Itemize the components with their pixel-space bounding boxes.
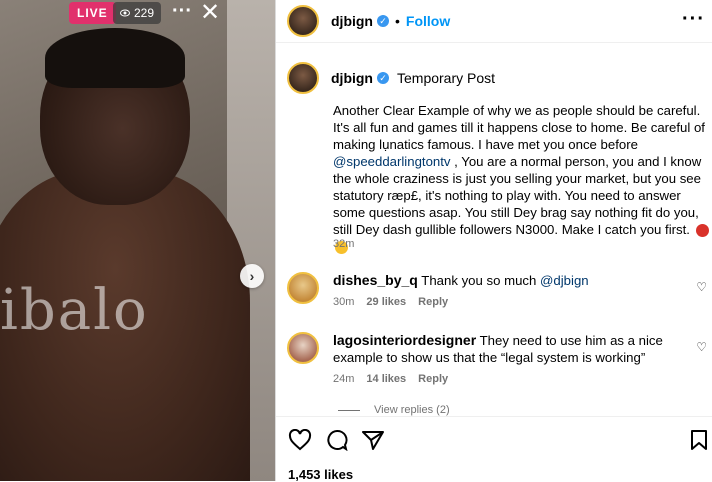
comment-likes[interactable]: 29 likes	[366, 296, 406, 308]
likes-count[interactable]: 1,453 likes	[288, 467, 353, 482]
live-badge: LIVE	[69, 2, 116, 24]
post-panel: djbign ✓ • Follow ··· djbign ✓ Temporary…	[275, 0, 712, 482]
separator-dot: •	[395, 13, 400, 29]
comment-meta: 24m 14 likes Reply	[333, 373, 448, 385]
live-video-media[interactable]: ibalo LIVE 229 ··· ✕ ›	[0, 0, 275, 481]
view-replies-button[interactable]: View replies (2)	[338, 404, 450, 416]
post-actions: 1,453 likes	[276, 416, 712, 482]
mention-link[interactable]: @djbign	[540, 273, 589, 288]
mention-link[interactable]: @speeddarlingtontv	[333, 154, 451, 169]
viewer-count: 229	[134, 6, 155, 20]
replies-divider	[338, 409, 360, 411]
caption-text-part: Another Clear Example of why we as peopl…	[333, 103, 705, 152]
angry-emoji-icon	[695, 224, 709, 238]
eye-icon	[120, 6, 130, 20]
heart-icon[interactable]: ♡	[696, 280, 707, 294]
bookmark-icon[interactable]	[690, 429, 708, 456]
person-hair	[45, 28, 185, 88]
heart-icon[interactable]: ♡	[696, 340, 707, 354]
heart-icon[interactable]	[288, 428, 312, 456]
post-username[interactable]: djbign	[331, 13, 373, 29]
avatar[interactable]	[287, 62, 319, 94]
more-icon[interactable]: ···	[172, 0, 192, 23]
comment-username[interactable]: lagosinteriordesigner	[333, 332, 476, 348]
verified-icon: ✓	[377, 72, 389, 84]
post-caption: djbign ✓ Temporary Post	[287, 62, 707, 94]
reply-button[interactable]: Reply	[418, 296, 448, 308]
comment-icon[interactable]	[325, 429, 349, 456]
comment-body: Thank you so much	[421, 273, 537, 288]
viewer-count-badge: 229	[113, 2, 162, 24]
avatar[interactable]	[287, 5, 319, 37]
chevron-right-icon[interactable]: ›	[240, 264, 264, 288]
caption-username[interactable]: djbign	[331, 70, 373, 86]
comment-text: dishes_by_q Thank you so much @djbign	[333, 272, 683, 289]
post-header: djbign ✓ • Follow ···	[276, 0, 712, 43]
comment-likes[interactable]: 14 likes	[366, 373, 406, 385]
avatar[interactable]	[287, 332, 319, 364]
follow-button[interactable]: Follow	[406, 13, 450, 29]
caption-text: Another Clear Example of why we as peopl…	[333, 102, 712, 255]
avatar[interactable]	[287, 272, 319, 304]
comment-text: lagosinteriordesigner They need to use h…	[333, 332, 683, 366]
close-icon[interactable]: ✕	[200, 0, 220, 27]
reply-button[interactable]: Reply	[418, 373, 448, 385]
view-replies-label[interactable]: View replies (2)	[374, 404, 450, 416]
more-icon[interactable]: ···	[682, 8, 705, 31]
caption-tag: Temporary Post	[397, 70, 496, 86]
verified-icon: ✓	[377, 15, 389, 27]
comment-username[interactable]: dishes_by_q	[333, 272, 418, 288]
watermark-text: ibalo	[0, 278, 149, 343]
comment-meta: 30m 29 likes Reply	[333, 296, 448, 308]
caption-time: 32m	[333, 238, 355, 250]
comment-time: 24m	[333, 373, 355, 385]
share-icon[interactable]	[361, 429, 385, 456]
comment-time: 30m	[333, 296, 355, 308]
